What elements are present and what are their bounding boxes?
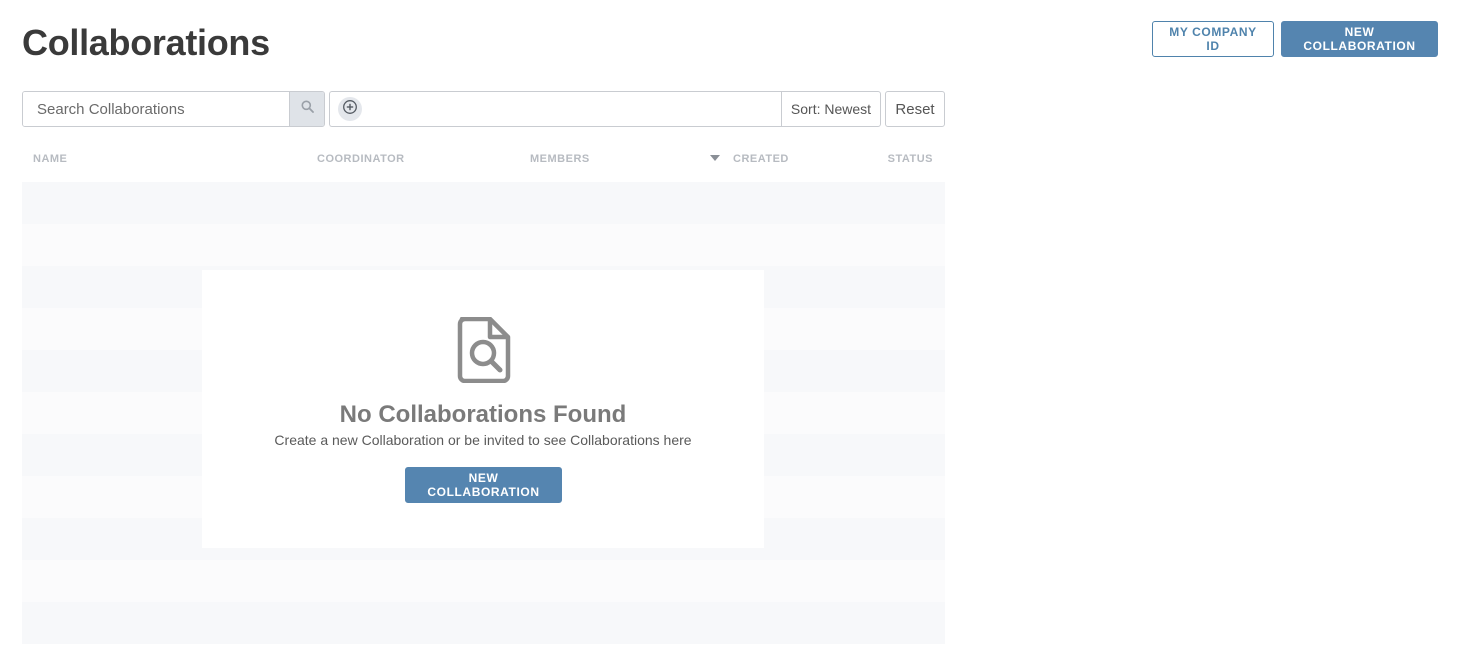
empty-state-new-collaboration-button[interactable]: NEW COLLABORATION: [405, 467, 562, 503]
column-header-members[interactable]: MEMBERS: [530, 153, 590, 165]
column-header-coordinator[interactable]: COORDINATOR: [317, 153, 405, 165]
column-header-status[interactable]: STATUS: [888, 153, 933, 165]
placeholder-row: [22, 602, 945, 644]
column-header-created[interactable]: CREATED: [733, 153, 789, 165]
collaborations-page: Collaborations MY COMPANY ID NEW COLLABO…: [0, 0, 1464, 660]
search-button[interactable]: [289, 92, 324, 126]
add-filter-button[interactable]: [338, 97, 362, 121]
caret-down-icon[interactable]: [710, 155, 720, 161]
placeholder-row: [22, 560, 945, 602]
my-company-id-button[interactable]: MY COMPANY ID: [1152, 21, 1274, 57]
placeholder-row: [22, 224, 945, 266]
column-header-name[interactable]: NAME: [33, 153, 67, 165]
empty-state: No Collaborations Found Create a new Col…: [202, 270, 764, 548]
toolbar: Sort: Newest Reset: [22, 91, 945, 127]
search-box: [22, 91, 325, 127]
empty-state-title: No Collaborations Found: [339, 401, 627, 428]
reset-button[interactable]: Reset: [885, 91, 945, 127]
empty-state-message: Create a new Collaboration or be invited…: [274, 432, 692, 448]
search-icon: [301, 100, 314, 118]
placeholder-row: [22, 182, 945, 224]
sort-dropdown[interactable]: Sort: Newest: [781, 91, 881, 127]
table-header: NAME COORDINATOR MEMBERS CREATED STATUS: [22, 150, 945, 170]
page-title: Collaborations: [22, 22, 270, 63]
filter-bar[interactable]: [329, 91, 781, 127]
new-collaboration-button[interactable]: NEW COLLABORATION: [1281, 21, 1438, 57]
document-search-icon: [457, 316, 511, 388]
search-input[interactable]: [23, 92, 289, 126]
plus-circle-icon: [342, 99, 358, 120]
header-actions: MY COMPANY ID NEW COLLABORATION: [1152, 21, 1438, 57]
